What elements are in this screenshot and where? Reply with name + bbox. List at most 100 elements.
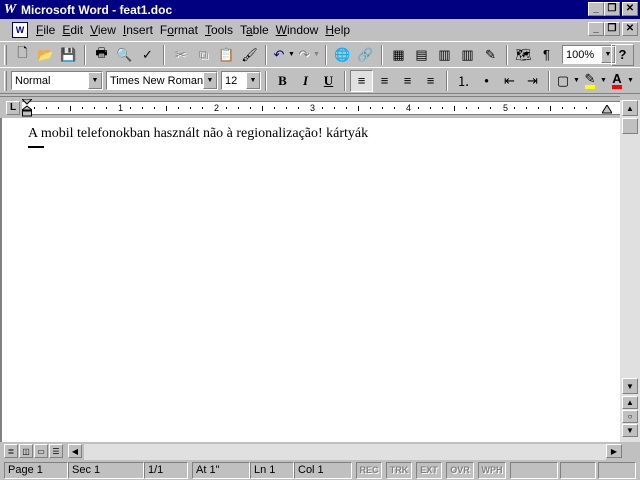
style-dropdown-icon[interactable]: ▼ xyxy=(88,72,102,89)
justify-icon[interactable]: ≡ xyxy=(419,70,442,92)
bold-button[interactable]: B xyxy=(271,70,294,92)
ruler-mark xyxy=(442,107,443,109)
restore-button[interactable]: ❐ xyxy=(604,2,620,16)
right-indent-marker-icon[interactable] xyxy=(602,105,612,114)
paste-icon[interactable]: 📋 xyxy=(215,44,238,66)
increase-indent-icon[interactable]: ⇥ xyxy=(521,70,544,92)
horizontal-ruler[interactable]: 1 2 3 4 5 xyxy=(22,99,620,117)
font-color-dropdown-icon[interactable]: ▼ xyxy=(626,70,635,92)
style-select[interactable]: Normal ▼ xyxy=(11,71,103,90)
status-ext[interactable]: EXT xyxy=(416,462,442,479)
spelling-icon[interactable]: ✓ xyxy=(136,44,159,66)
menu-window[interactable]: Window xyxy=(274,23,324,37)
status-resize-grip[interactable] xyxy=(598,462,636,479)
align-left-icon[interactable]: ≡ xyxy=(350,69,373,92)
open-folder-icon[interactable]: 📂 xyxy=(34,44,57,66)
status-rec[interactable]: REC xyxy=(356,462,382,479)
toolbar-separator xyxy=(506,44,508,65)
font-size-select[interactable]: 12 ▼ xyxy=(221,71,261,90)
menu-table[interactable]: Table xyxy=(238,23,274,37)
undo-dropdown-icon[interactable]: ▼ xyxy=(287,44,296,66)
indent-marker-icon[interactable] xyxy=(22,99,32,117)
toolbar-grip[interactable] xyxy=(4,70,7,91)
next-page-icon[interactable]: ▼ xyxy=(622,424,638,437)
insert-table-icon[interactable]: ▤ xyxy=(410,44,433,66)
font-color-icon[interactable]: A xyxy=(608,70,626,92)
document-icon[interactable]: W xyxy=(12,22,28,38)
doc-close-button[interactable]: ✕ xyxy=(622,22,638,36)
word-app-icon[interactable]: W xyxy=(2,2,18,18)
tables-borders-icon[interactable]: ▦ xyxy=(387,44,410,66)
vertical-scrollbar[interactable]: ▲ ▼ ▲ ○ ▼ xyxy=(620,100,640,444)
window-caption-buttons: _ ❐ ✕ xyxy=(588,2,638,16)
previous-page-icon[interactable]: ▲ xyxy=(622,396,638,409)
save-icon[interactable]: 💾 xyxy=(57,44,80,66)
align-right-icon[interactable]: ≡ xyxy=(396,70,419,92)
toolbar-separator xyxy=(344,70,346,91)
horizontal-scrollbar[interactable] xyxy=(84,444,606,460)
underline-button[interactable]: U xyxy=(317,70,340,92)
tab-selector-button[interactable]: L xyxy=(6,101,20,115)
select-browse-object-icon[interactable]: ○ xyxy=(622,410,638,423)
menu-file[interactable]: File xyxy=(34,23,60,37)
toolbar-grip[interactable] xyxy=(4,44,7,65)
scroll-right-icon[interactable]: ▶ xyxy=(606,444,622,458)
show-hide-icon[interactable]: ¶ xyxy=(535,44,558,66)
outline-view-icon[interactable]: ☰ xyxy=(49,444,63,458)
highlight-icon[interactable]: ✎ xyxy=(581,70,599,92)
align-center-icon[interactable]: ≡ xyxy=(373,70,396,92)
bullets-icon[interactable]: • xyxy=(475,70,498,92)
print-preview-icon[interactable]: 🔍 xyxy=(113,44,136,66)
document-map-icon[interactable]: 🗺 xyxy=(512,44,535,66)
minimize-button[interactable]: _ xyxy=(588,2,604,16)
format-painter-icon[interactable]: 🖌 xyxy=(238,44,261,66)
menu-format[interactable]: Format xyxy=(158,23,203,37)
document-area[interactable]: A mobil telefonokban használt não à regi… xyxy=(0,118,620,442)
help-icon[interactable]: ? xyxy=(611,43,634,66)
copy-icon[interactable]: ⧉ xyxy=(192,44,215,66)
status-wph[interactable]: WPH xyxy=(478,462,506,479)
menu-insert[interactable]: Insert xyxy=(121,23,158,37)
insert-hyperlink-icon[interactable]: 🔗 xyxy=(354,44,377,66)
numbering-icon[interactable]: ⒈ xyxy=(452,70,475,92)
borders-icon[interactable]: ▢ xyxy=(554,70,572,92)
print-icon[interactable]: 🖶 xyxy=(90,44,113,66)
highlight-dropdown-icon[interactable]: ▼ xyxy=(599,70,608,92)
status-spelling[interactable] xyxy=(510,462,558,479)
italic-button[interactable]: I xyxy=(294,70,317,92)
insert-excel-icon[interactable]: ▥ xyxy=(433,44,456,66)
menu-view[interactable]: View xyxy=(88,23,121,37)
page-layout-view-icon[interactable]: ▭ xyxy=(34,444,48,458)
title-bar[interactable]: W Microsoft Word - feat1.doc _ ❐ ✕ xyxy=(0,0,640,19)
normal-view-icon[interactable]: ≣ xyxy=(4,444,18,458)
ruler-mark xyxy=(130,107,131,109)
doc-minimize-button[interactable]: _ xyxy=(588,22,604,36)
new-document-icon[interactable]: 🗋 xyxy=(11,44,34,66)
decrease-indent-icon[interactable]: ⇤ xyxy=(498,70,521,92)
online-layout-view-icon[interactable]: ◫ xyxy=(19,444,33,458)
document-text[interactable]: A mobil telefonokban használt não à regi… xyxy=(28,126,368,142)
scroll-left-icon[interactable]: ◀ xyxy=(68,444,82,458)
status-trk[interactable]: TRK xyxy=(386,462,412,479)
scroll-thumb[interactable] xyxy=(622,118,638,134)
borders-dropdown-icon[interactable]: ▼ xyxy=(572,70,581,92)
undo-icon[interactable]: ↶ xyxy=(271,44,287,66)
redo-dropdown-icon[interactable]: ▼ xyxy=(312,44,321,66)
drawing-icon[interactable]: ✎ xyxy=(479,44,502,66)
scroll-up-icon[interactable]: ▲ xyxy=(622,100,638,116)
zoom-select[interactable]: 100% ▼ xyxy=(562,45,616,64)
close-button[interactable]: ✕ xyxy=(622,2,638,16)
menu-tools[interactable]: Tools xyxy=(203,23,238,37)
font-dropdown-icon[interactable]: ▼ xyxy=(203,72,217,89)
font-size-dropdown-icon[interactable]: ▼ xyxy=(246,72,260,89)
status-ovr[interactable]: OVR xyxy=(446,462,474,479)
columns-icon[interactable]: ▥ xyxy=(456,44,479,66)
menu-edit[interactable]: Edit xyxy=(60,23,88,37)
cut-icon[interactable]: ✂ xyxy=(169,44,192,66)
redo-icon[interactable]: ↷ xyxy=(296,44,312,66)
scroll-down-icon[interactable]: ▼ xyxy=(622,378,638,394)
font-select[interactable]: Times New Roman ▼ xyxy=(106,71,218,90)
web-toolbar-icon[interactable]: 🌐 xyxy=(331,44,354,66)
doc-restore-button[interactable]: ❐ xyxy=(604,22,620,36)
menu-help[interactable]: Help xyxy=(323,23,355,37)
